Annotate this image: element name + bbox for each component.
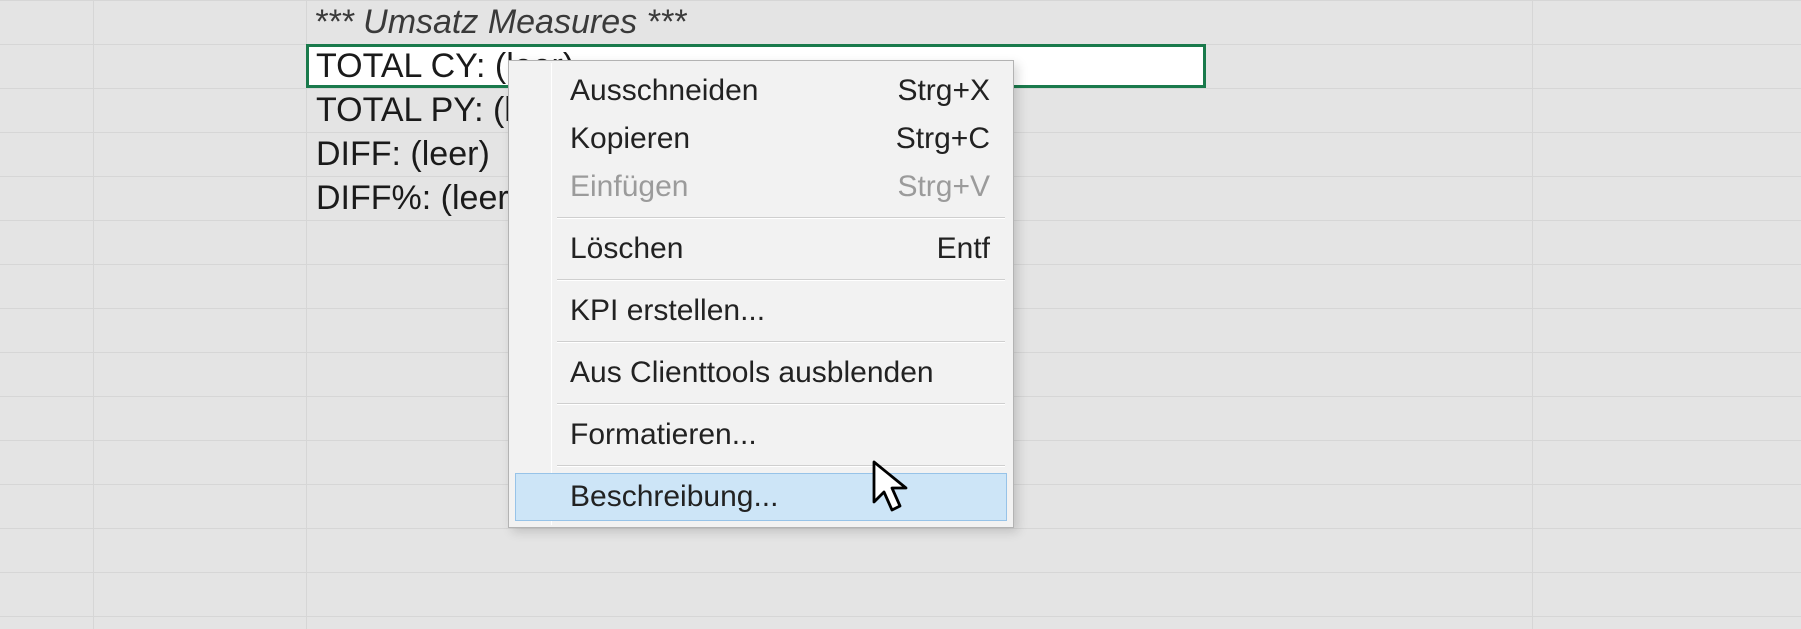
menu-item-format[interactable]: Formatieren...: [515, 411, 1007, 459]
menu-item-paste: Einfügen Strg+V: [515, 163, 1007, 211]
menu-item-delete[interactable]: Löschen Entf: [515, 225, 1007, 273]
menu-separator: [557, 465, 1005, 467]
menu-separator: [557, 341, 1005, 343]
menu-item-copy[interactable]: Kopieren Strg+C: [515, 115, 1007, 163]
menu-separator: [557, 279, 1005, 281]
menu-item-label: Kopieren: [570, 122, 876, 156]
menu-item-create-kpi[interactable]: KPI erstellen...: [515, 287, 1007, 335]
menu-item-label: Ausschneiden: [570, 74, 877, 108]
menu-item-label: Formatieren...: [570, 418, 970, 452]
menu-separator: [557, 217, 1005, 219]
menu-item-shortcut: Strg+V: [877, 170, 990, 204]
menu-item-label: Löschen: [570, 232, 917, 266]
context-menu: Ausschneiden Strg+X Kopieren Strg+C Einf…: [508, 60, 1014, 528]
calculation-area-header: *** Umsatz Measures ***: [306, 0, 1206, 44]
menu-item-description[interactable]: Beschreibung...: [515, 473, 1007, 521]
menu-item-hide-from-client-tools[interactable]: Aus Clienttools ausblenden: [515, 349, 1007, 397]
menu-item-shortcut: Strg+X: [877, 74, 990, 108]
menu-item-label: Aus Clienttools ausblenden: [570, 356, 970, 390]
menu-separator: [557, 403, 1005, 405]
menu-item-label: Beschreibung...: [570, 480, 970, 514]
menu-item-label: Einfügen: [570, 170, 877, 204]
menu-item-shortcut: Entf: [917, 232, 990, 266]
menu-item-cut[interactable]: Ausschneiden Strg+X: [515, 67, 1007, 115]
menu-item-label: KPI erstellen...: [570, 294, 970, 328]
menu-item-shortcut: Strg+C: [876, 122, 990, 156]
